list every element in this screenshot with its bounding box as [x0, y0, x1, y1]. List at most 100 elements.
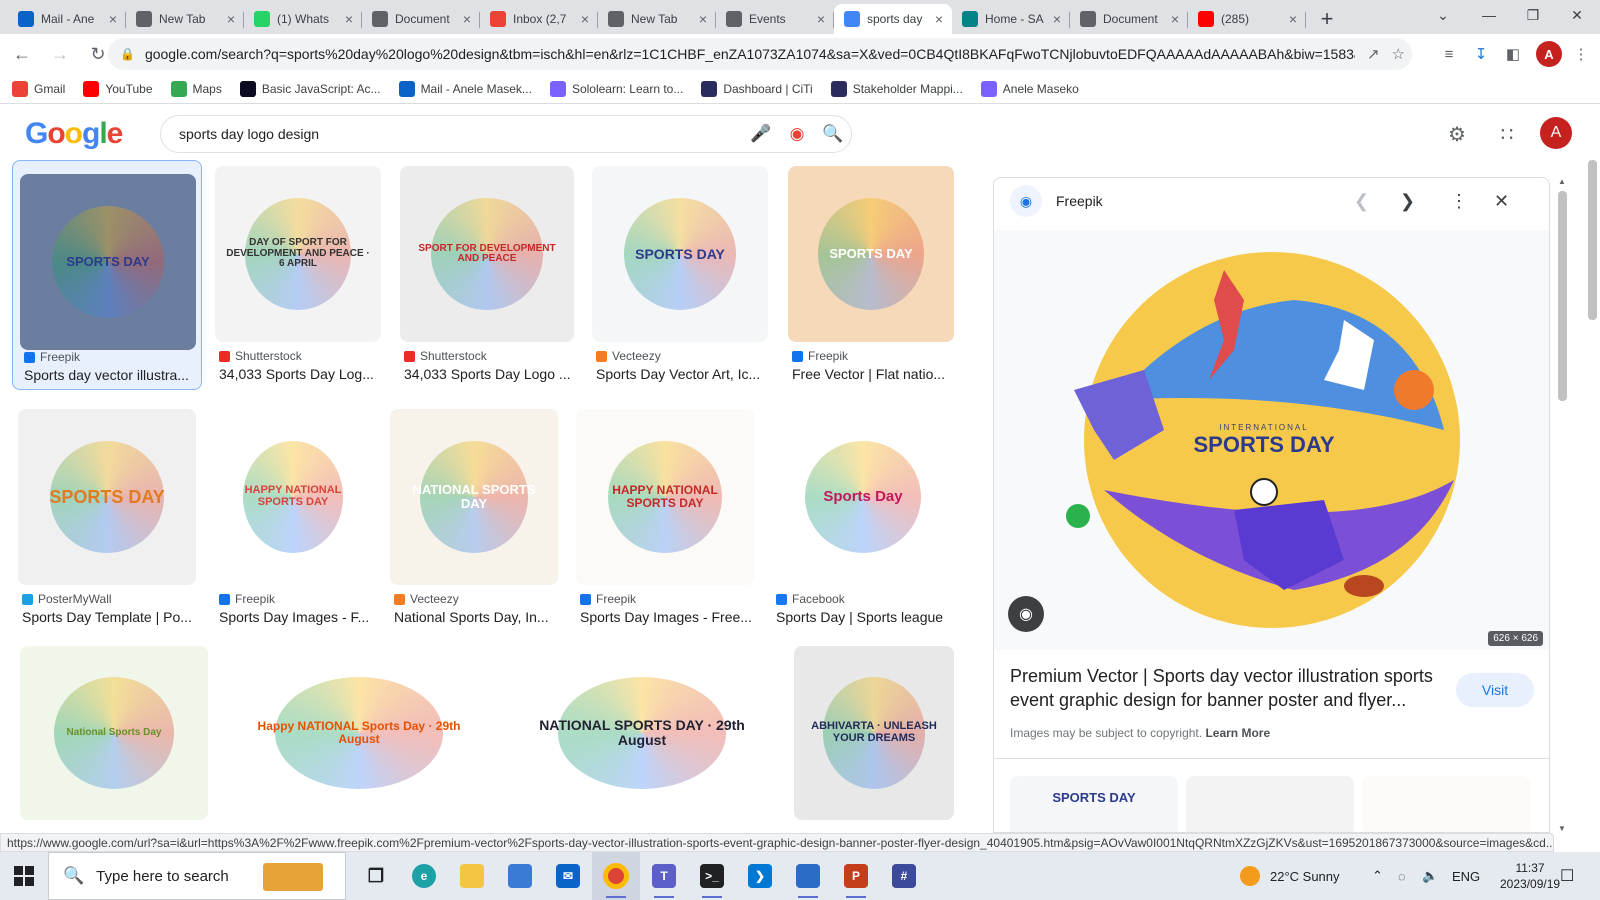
bookmark-0[interactable]: Gmail — [12, 80, 65, 97]
image-result-card[interactable]: National Sports Day — [20, 640, 208, 820]
image-result-card[interactable]: SPORTS DAY PosterMyWall Sports Day Templat… — [18, 403, 196, 633]
lens-camera-icon[interactable]: ◉ — [779, 124, 815, 144]
windows-start-icon[interactable] — [0, 852, 48, 900]
panel-source-name[interactable]: Freepik — [1056, 193, 1103, 209]
bookmark-2[interactable]: Maps — [170, 80, 222, 97]
bookmark-8[interactable]: Anele Maseko — [980, 80, 1079, 97]
powerpoint-icon[interactable]: P — [832, 852, 880, 900]
result-thumbnail[interactable]: HAPPY NATIONAL SPORTS DAY — [576, 409, 754, 585]
result-title[interactable]: Sports Day | Sports league — [776, 609, 952, 625]
result-title[interactable]: National Sports Day, In... — [394, 609, 556, 625]
account-avatar[interactable]: A — [1540, 117, 1572, 149]
result-thumbnail[interactable]: DAY OF SPORT FOR DEVELOPMENT AND PEACE ·… — [215, 166, 381, 342]
tab-6[interactable]: Events × — [716, 4, 834, 34]
search-icon[interactable]: 🔍 — [815, 124, 851, 144]
tab-close-icon[interactable]: × — [1286, 11, 1300, 27]
settings-gear-icon[interactable]: ⚙ — [1442, 119, 1472, 149]
mail-icon[interactable]: ✉ — [544, 852, 592, 900]
panel-scrollbar[interactable]: ▲ ▼ — [1556, 177, 1568, 833]
tab-4[interactable]: Inbox (2,7 × — [480, 4, 598, 34]
related-image-1[interactable]: SPORTS DAY — [1010, 776, 1178, 832]
microphone-icon[interactable]: 🎤 — [743, 124, 779, 144]
menu-kebab-icon[interactable]: ⋮ — [1568, 41, 1594, 67]
result-thumbnail[interactable]: NATIONAL SPORTS DAY · 29th August — [510, 646, 774, 820]
result-source[interactable]: Freepik — [40, 350, 80, 364]
tab-close-icon[interactable]: × — [578, 11, 592, 27]
tab-search-chevron-icon[interactable]: ⌄ — [1420, 0, 1466, 30]
tab-close-icon[interactable]: × — [814, 11, 828, 27]
weather-widget[interactable]: 22°C Sunny — [1240, 852, 1340, 900]
result-thumbnail[interactable]: Sports Day — [772, 409, 954, 585]
volume-icon[interactable]: 🔈 — [1422, 852, 1438, 900]
bookmark-3[interactable]: Basic JavaScript: Ac... — [239, 80, 381, 97]
result-title[interactable]: Free Vector | Flat natio... — [792, 366, 952, 382]
result-source[interactable]: Shutterstock — [420, 349, 487, 363]
language-indicator[interactable]: ENG — [1452, 852, 1480, 900]
image-result-card[interactable]: HAPPY NATIONAL SPORTS DAY Freepik Sports D… — [215, 403, 371, 633]
address-bar[interactable]: 🔒 google.com/search?q=sports%20day%20log… — [108, 38, 1412, 70]
tab-close-icon[interactable]: × — [224, 11, 238, 27]
tab-close-icon[interactable]: × — [696, 11, 710, 27]
photos-icon[interactable] — [784, 852, 832, 900]
page-scrollbar[interactable] — [1586, 160, 1598, 833]
tab-close-icon[interactable]: × — [342, 11, 356, 27]
bookmark-star-icon[interactable]: ☆ — [1392, 45, 1405, 63]
tab-close-icon[interactable]: × — [460, 11, 474, 27]
side-panel-icon[interactable]: ◧ — [1500, 41, 1526, 67]
image-result-card[interactable]: Sports Day Facebook Sports Day | Sports le… — [772, 403, 954, 633]
image-result-card[interactable]: HAPPY NATIONAL SPORTS DAY Freepik Sports D… — [576, 403, 754, 633]
result-thumbnail[interactable]: SPORTS DAY — [18, 409, 196, 585]
notifications-icon[interactable]: ☐ — [1560, 852, 1574, 900]
result-thumbnail[interactable]: HAPPY NATIONAL SPORTS DAY — [215, 409, 371, 585]
related-image-2[interactable] — [1186, 776, 1354, 832]
bookmark-4[interactable]: Mail - Anele Masek... — [398, 80, 532, 97]
bookmark-1[interactable]: YouTube — [83, 80, 153, 97]
restore-button[interactable]: ❐ — [1510, 0, 1556, 30]
result-title-link[interactable]: Premium Vector | Sports day vector illus… — [1010, 664, 1450, 712]
result-title[interactable]: Sports Day Images - F... — [219, 609, 369, 625]
address-url[interactable]: google.com/search?q=sports%20day%20logo%… — [145, 46, 1355, 62]
tab-close-icon[interactable]: × — [1050, 11, 1064, 27]
result-source[interactable]: Vecteezy — [612, 349, 661, 363]
teams-icon[interactable]: T — [640, 852, 688, 900]
result-source[interactable]: Freepik — [808, 349, 848, 363]
result-thumbnail[interactable]: SPORT FOR DEVELOPMENT AND PEACE — [400, 166, 574, 342]
image-result-card[interactable]: NATIONAL SPORTS DAY · 29th August — [510, 640, 774, 820]
image-result-card[interactable]: SPORTS DAY Freepik Free Vector | Flat nati… — [788, 160, 954, 390]
search-box[interactable]: sports day logo design 🎤 ◉ 🔍 — [160, 115, 852, 153]
share-icon[interactable]: ↗ — [1367, 45, 1380, 63]
network-icon[interactable]: ◌ — [1398, 852, 1406, 900]
tab-8[interactable]: Home - SA × — [952, 4, 1070, 34]
file-explorer-icon[interactable] — [448, 852, 496, 900]
forward-arrow-icon[interactable]: → — [44, 38, 76, 70]
close-window-button[interactable]: ✕ — [1554, 0, 1600, 30]
image-result-card[interactable]: SPORTS DAY Freepik Sports day vector illus… — [12, 160, 202, 390]
tray-chevron-icon[interactable]: ⌃ — [1372, 852, 1383, 900]
result-source[interactable]: Shutterstock — [235, 349, 302, 363]
result-thumbnail[interactable]: SPORTS DAY — [592, 166, 768, 342]
result-title[interactable]: 34,033 Sports Day Log... — [219, 366, 379, 382]
more-options-icon[interactable]: ⋮ — [1450, 191, 1468, 212]
google-logo[interactable]: Google — [25, 117, 123, 151]
close-panel-icon[interactable]: ✕ — [1494, 191, 1509, 212]
reading-list-icon[interactable]: ≡ — [1436, 41, 1462, 67]
minimize-button[interactable]: — — [1466, 0, 1512, 30]
task-view-icon[interactable]: ❐ — [352, 852, 400, 900]
result-thumbnail[interactable]: ABHIVARTA · UNLEASH YOUR DREAMS — [794, 646, 954, 820]
tab-5[interactable]: New Tab × — [598, 4, 716, 34]
previous-arrow-icon[interactable]: ❮ — [1354, 191, 1369, 212]
result-title[interactable]: Sports Day Images - Free... — [580, 609, 752, 625]
result-thumbnail[interactable]: SPORTS DAY — [788, 166, 954, 342]
tab-9[interactable]: Document × — [1070, 4, 1188, 34]
new-tab-button[interactable]: + — [1312, 4, 1342, 34]
tab-3[interactable]: Document × — [362, 4, 480, 34]
result-thumbnail[interactable]: National Sports Day — [20, 646, 208, 820]
result-source[interactable]: Vecteezy — [410, 592, 459, 606]
tab-close-icon[interactable]: × — [1168, 11, 1182, 27]
tab-0[interactable]: Mail - Ane × — [8, 4, 126, 34]
bookmark-6[interactable]: Dashboard | CiTi — [701, 80, 813, 97]
search-input[interactable]: sports day logo design — [179, 126, 743, 142]
result-source[interactable]: PosterMyWall — [38, 592, 112, 606]
calculator-icon[interactable]: # — [880, 852, 928, 900]
vscode-icon[interactable]: ❯ — [736, 852, 784, 900]
